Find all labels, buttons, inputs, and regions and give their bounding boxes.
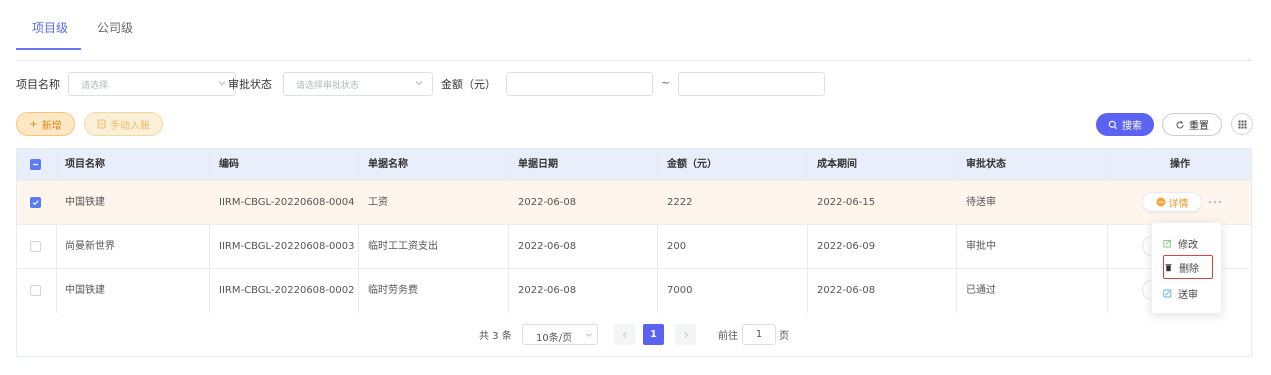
col-header-cost-period: 成本期间 bbox=[817, 159, 857, 170]
cell-doc-name: 临时工工资支出 bbox=[368, 241, 438, 252]
pagination-total: 共 3 条 bbox=[479, 331, 512, 342]
cell-doc-date: 2022-06-08 bbox=[518, 241, 577, 252]
table-row[interactable]: 尚曼新世界 IIRM-CBGL-20220608-0003 临时工工资支出 20… bbox=[17, 224, 1251, 268]
table-header: 项目名称 编码 单据名称 单据日期 金额（元） 成本期间 审批状态 操作 bbox=[17, 149, 1251, 181]
cell-amount: 2222 bbox=[667, 197, 693, 208]
page-size-value: 10条/页 bbox=[536, 333, 573, 344]
chevron-left-icon bbox=[622, 331, 626, 338]
cell-cost-period: 2022-06-08 bbox=[817, 285, 876, 296]
grid-icon bbox=[1238, 120, 1246, 128]
add-button[interactable]: + 新增 bbox=[16, 112, 75, 136]
col-header-approval-status: 审批状态 bbox=[966, 159, 1006, 170]
amount-max-input[interactable] bbox=[678, 72, 825, 96]
current-page[interactable]: 1 bbox=[643, 324, 664, 345]
row-checkbox[interactable] bbox=[30, 241, 41, 252]
cell-doc-name: 工资 bbox=[368, 197, 388, 208]
amount-min-input[interactable] bbox=[506, 72, 653, 96]
menu-item-edit[interactable]: 修改 bbox=[1163, 231, 1213, 255]
col-header-code: 编码 bbox=[219, 159, 239, 170]
cell-cost-period: 2022-06-09 bbox=[817, 241, 876, 252]
menu-item-delete[interactable]: 删除 bbox=[1163, 255, 1213, 279]
chevron-down-icon bbox=[586, 333, 592, 337]
edit-icon bbox=[1163, 238, 1172, 247]
col-header-amount: 金额（元） bbox=[667, 159, 717, 170]
chevron-right-icon bbox=[684, 331, 688, 338]
next-page-button[interactable] bbox=[675, 324, 696, 345]
cell-doc-name: 临时劳务费 bbox=[368, 285, 418, 296]
search-button-label: 搜索 bbox=[1122, 121, 1142, 132]
menu-item-delete-label: 删除 bbox=[1179, 263, 1199, 275]
col-header-doc-date: 单据日期 bbox=[518, 159, 558, 170]
minus-icon bbox=[33, 163, 38, 166]
reset-button[interactable]: 重置 bbox=[1162, 113, 1222, 136]
amount-range-separator: ~ bbox=[661, 76, 671, 89]
check-icon bbox=[32, 200, 39, 206]
approval-status-placeholder: 请选择审批状态 bbox=[296, 81, 360, 91]
menu-item-submit[interactable]: 送审 bbox=[1163, 281, 1213, 305]
cell-approval-status: 已通过 bbox=[966, 285, 996, 296]
reset-button-label: 重置 bbox=[1189, 121, 1209, 132]
row-checkbox[interactable] bbox=[30, 285, 41, 296]
col-header-project: 项目名称 bbox=[65, 159, 105, 170]
amount-label: 金额（元） bbox=[441, 78, 496, 91]
send-icon bbox=[1163, 289, 1172, 297]
cell-project: 中国铁建 bbox=[65, 197, 105, 208]
col-header-actions: 操作 bbox=[1170, 159, 1190, 170]
tab-bar: 项目级 公司级 bbox=[16, 0, 1252, 61]
select-all-checkbox[interactable] bbox=[30, 159, 41, 170]
col-header-doc-name: 单据名称 bbox=[368, 159, 408, 170]
tab-project-level[interactable]: 项目级 bbox=[32, 19, 68, 36]
chevron-down-icon bbox=[218, 81, 226, 86]
cell-doc-date: 2022-06-08 bbox=[518, 197, 577, 208]
refresh-icon bbox=[1176, 120, 1184, 128]
cell-code: IIRM-CBGL-20220608-0004 bbox=[219, 197, 355, 208]
manual-entry-button[interactable]: 手动入账 bbox=[84, 112, 163, 136]
table-row[interactable]: 中国铁建 IIRM-CBGL-20220608-0002 临时劳务费 2022-… bbox=[17, 268, 1251, 312]
pagination: 共 3 条 10条/页 1 前往 1 页 bbox=[17, 324, 1251, 345]
detail-button-label: 详情 bbox=[1168, 198, 1189, 210]
filter-bar: 项目名称 请选择 审批状态 请选择审批状态 金额（元） ~ bbox=[16, 72, 916, 96]
cell-approval-status: 待送审 bbox=[966, 197, 996, 208]
row-checkbox[interactable] bbox=[30, 197, 41, 208]
records-table: 项目名称 编码 单据名称 单据日期 金额（元） 成本期间 审批状态 操作 中国铁… bbox=[16, 148, 1252, 357]
plus-icon: + bbox=[29, 118, 38, 130]
manual-entry-label: 手动入账 bbox=[110, 120, 150, 132]
cell-code: IIRM-CBGL-20220608-0003 bbox=[219, 241, 355, 252]
column-settings-button[interactable] bbox=[1231, 113, 1253, 135]
cell-doc-date: 2022-06-08 bbox=[518, 285, 577, 296]
cell-approval-status: 审批中 bbox=[966, 241, 996, 252]
document-icon bbox=[97, 119, 106, 129]
search-icon bbox=[1108, 120, 1118, 129]
cell-amount: 7000 bbox=[667, 285, 693, 296]
project-name-select[interactable]: 请选择 bbox=[68, 72, 236, 96]
goto-page-input[interactable]: 1 bbox=[742, 324, 776, 345]
project-name-placeholder: 请选择 bbox=[81, 81, 109, 91]
cell-cost-period: 2022-06-15 bbox=[817, 197, 876, 208]
more-circle-icon bbox=[1156, 197, 1165, 207]
page-suffix: 页 bbox=[779, 331, 789, 342]
page-size-select[interactable]: 10条/页 bbox=[522, 324, 598, 345]
menu-item-edit-label: 修改 bbox=[1178, 239, 1198, 251]
trash-icon bbox=[1165, 263, 1172, 271]
detail-button[interactable]: 详情 bbox=[1142, 192, 1202, 212]
add-button-label: 新增 bbox=[41, 120, 62, 132]
chevron-down-icon bbox=[415, 81, 423, 86]
prev-page-button[interactable] bbox=[614, 324, 635, 345]
ellipsis-icon[interactable] bbox=[1207, 195, 1223, 209]
table-row[interactable]: 中国铁建 IIRM-CBGL-20220608-0004 工资 2022-06-… bbox=[17, 180, 1251, 224]
cell-code: IIRM-CBGL-20220608-0002 bbox=[219, 285, 355, 296]
cell-amount: 200 bbox=[667, 241, 687, 252]
row-action-menu: 修改 删除 送审 bbox=[1151, 222, 1222, 314]
active-tab-indicator bbox=[16, 48, 81, 50]
cell-project: 中国铁建 bbox=[65, 285, 105, 296]
tab-company-level[interactable]: 公司级 bbox=[97, 19, 133, 36]
approval-status-label: 审批状态 bbox=[228, 78, 272, 91]
goto-label: 前往 bbox=[718, 331, 738, 342]
cell-project: 尚曼新世界 bbox=[65, 241, 115, 252]
project-name-label: 项目名称 bbox=[16, 78, 60, 91]
search-button[interactable]: 搜索 bbox=[1096, 113, 1154, 136]
approval-status-select[interactable]: 请选择审批状态 bbox=[283, 72, 433, 96]
menu-item-submit-label: 送审 bbox=[1178, 289, 1198, 301]
